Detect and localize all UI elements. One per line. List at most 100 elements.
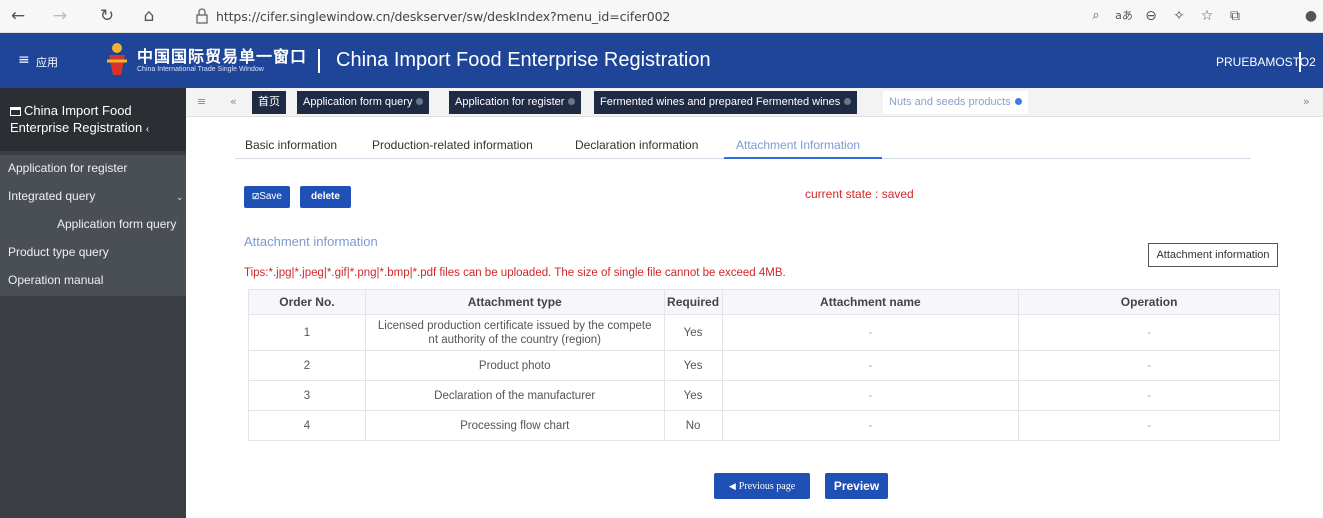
close-icon[interactable] (568, 98, 576, 105)
tab-attachment-information[interactable]: Attachment Information (736, 138, 860, 152)
header-divider (318, 49, 320, 73)
required-cell: No (663, 410, 723, 441)
back-icon[interactable]: ← (8, 6, 28, 26)
tab-home[interactable]: 首页 (252, 91, 286, 114)
operation-cell[interactable]: - (1018, 380, 1280, 411)
read-aloud-icon[interactable]: aあ (1114, 6, 1134, 26)
save-button[interactable]: ☑Save (244, 186, 290, 208)
collapse-icon[interactable]: ‹ (146, 124, 149, 135)
refresh-icon[interactable]: ↻ (97, 6, 117, 26)
tab-label: 首页 (258, 96, 280, 108)
profile-icon[interactable]: ● (1301, 6, 1321, 26)
close-icon[interactable] (416, 98, 424, 105)
app-header: ≡ 应用 中国国际贸易单一窗口 China International Trad… (0, 33, 1323, 88)
order-cell: 4 (248, 410, 366, 441)
sidebar-item-operation-manual[interactable]: Operation manual (8, 273, 103, 287)
home-icon[interactable]: ⌂ (139, 6, 159, 26)
zoom-icon[interactable]: ⊖ (1141, 6, 1161, 26)
sidebar-item-product-type-query[interactable]: Product type query (8, 245, 109, 259)
single-window-logo-icon (107, 43, 127, 75)
required-cell: Yes (663, 314, 723, 351)
lock-icon (196, 8, 208, 24)
tab-label: Application for register (455, 96, 565, 108)
table-row: 1 Licensed production certificate issued… (248, 314, 1280, 351)
sidebar-item-application-for-register[interactable]: Application for register (8, 161, 127, 175)
table-row: 3 Declaration of the manufacturer Yes - … (248, 380, 1280, 411)
forward-icon[interactable]: → (50, 6, 70, 26)
attachment-type-line: Licensed production certificate issued b… (377, 319, 652, 332)
close-icon[interactable] (844, 98, 852, 105)
app-title: China Import Food Enterprise Registratio… (336, 49, 711, 71)
attachment-table: Order No. Attachment type Required Attac… (248, 289, 1280, 441)
search-icon[interactable]: ⌕ (1086, 6, 1106, 26)
attachment-name-cell: - (721, 314, 1020, 351)
preview-button[interactable]: Preview (825, 473, 888, 499)
tab-application-form-query[interactable]: Application form query (297, 91, 430, 114)
close-icon[interactable] (1014, 98, 1022, 105)
sidebar-header: China Import Food Enterprise Registratio… (0, 88, 186, 151)
collections-icon[interactable]: ⧉ (1225, 6, 1245, 26)
tab-strip: ≡ « 首页 Application form query Applicatio… (186, 88, 1323, 117)
tab-label: Application form query (303, 96, 413, 108)
brand-name-en: China International Trade Single Window (137, 66, 264, 73)
upload-tips: Tips:*.jpg|*.jpeg|*.gif|*.png|*.bmp|*.pd… (244, 267, 786, 279)
sidebar-title[interactable]: China Import Food Enterprise Registratio… (10, 102, 182, 138)
tab-declaration-information[interactable]: Declaration information (575, 138, 698, 152)
operation-cell[interactable]: - (1018, 314, 1280, 351)
tab-label: Fermented wines and prepared Fermented w… (600, 96, 841, 108)
sidebar-title-text: China Import Food Enterprise Registratio… (10, 103, 143, 135)
favorites-icon[interactable]: ☆ (1197, 6, 1217, 26)
active-tab-indicator (724, 157, 882, 159)
save-label: Save (259, 191, 282, 202)
required-cell: Yes (663, 350, 723, 381)
sidebar-item-application-form-query[interactable]: Application form query (57, 217, 176, 231)
order-cell: 1 (248, 314, 366, 351)
column-header: Order No. (248, 289, 366, 315)
previous-page-button[interactable]: ◀ Previous page (714, 473, 810, 499)
attachment-type-cell: Product photo (364, 350, 665, 381)
scroll-left-icon[interactable]: « (230, 95, 237, 108)
arrow-left-icon: ◀ (728, 481, 736, 491)
sidebar: China Import Food Enterprise Registratio… (0, 88, 186, 518)
tab-production-related-information[interactable]: Production-related information (372, 138, 533, 152)
section-title: Attachment information (244, 234, 378, 249)
status-text: current state : saved (805, 187, 914, 201)
order-cell: 3 (248, 380, 366, 411)
scroll-right-icon[interactable]: » (1303, 95, 1310, 108)
operation-cell[interactable]: - (1018, 410, 1280, 441)
attachment-name-cell: - (721, 350, 1020, 381)
attachment-type-cell: Processing flow chart (364, 410, 665, 441)
apps-menu-label[interactable]: 应用 (36, 54, 58, 70)
attachment-name-cell: - (721, 380, 1020, 411)
tab-fermented-wines[interactable]: Fermented wines and prepared Fermented w… (594, 91, 858, 114)
content-tabs: Basic information Production-related inf… (235, 117, 1251, 159)
table-row: 4 Processing flow chart No - - (248, 410, 1280, 441)
extensions-icon[interactable]: ✧ (1169, 6, 1189, 26)
hamburger-icon[interactable]: ≡ (18, 52, 30, 68)
tab-basic-information[interactable]: Basic information (245, 138, 337, 152)
table-header-row: Order No. Attachment type Required Attac… (248, 289, 1280, 315)
table-row: 2 Product photo Yes - - (248, 350, 1280, 381)
tab-nuts-and-seeds[interactable]: Nuts and seeds products (883, 91, 1028, 114)
order-cell: 2 (248, 350, 366, 381)
sidebar-item-integrated-query[interactable]: Integrated query (8, 189, 95, 203)
column-header: Operation (1018, 289, 1280, 315)
document-icon (10, 107, 21, 116)
address-bar[interactable]: https://cifer.singlewindow.cn/deskserver… (216, 9, 670, 24)
attachment-type-cell: Declaration of the manufacturer (364, 380, 665, 411)
tab-label: Nuts and seeds products (889, 96, 1011, 108)
attachment-information-button[interactable]: Attachment information (1148, 243, 1278, 267)
attachment-type-line: nt authority of the country (region) (428, 333, 602, 346)
required-cell: Yes (663, 380, 723, 411)
brand-name-cn: 中国国际贸易单一窗口 (137, 47, 308, 66)
operation-cell[interactable]: - (1018, 350, 1280, 381)
header-divider-right (1299, 52, 1301, 72)
delete-button[interactable]: delete (300, 186, 351, 208)
tab-application-for-register[interactable]: Application for register (449, 91, 582, 114)
attachment-name-cell: - (721, 410, 1020, 441)
menu-toggle-icon[interactable]: ≡ (197, 95, 206, 108)
previous-page-label: Previous page (738, 481, 796, 492)
browser-toolbar: ← → ↻ ⌂ https://cifer.singlewindow.cn/de… (0, 0, 1323, 33)
attachment-type-cell: Licensed production certificate issued b… (364, 314, 665, 351)
column-header: Attachment type (364, 289, 665, 315)
